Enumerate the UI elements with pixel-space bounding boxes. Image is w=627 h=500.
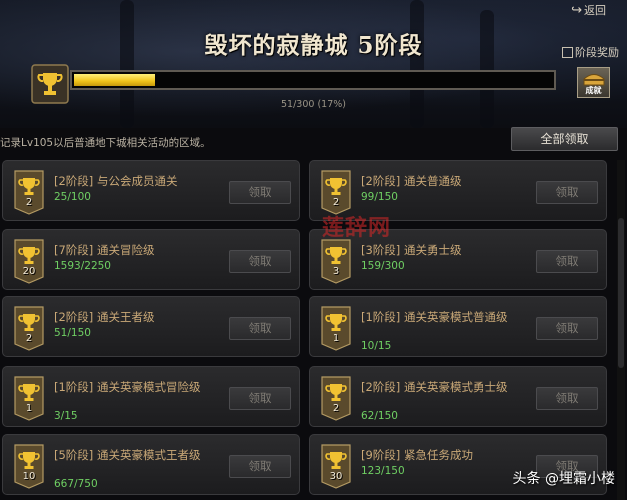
claim-button[interactable]: 领取	[536, 181, 598, 204]
scrollbar-thumb[interactable]	[618, 218, 624, 368]
watermark: 莲辞网	[322, 216, 392, 241]
badge-number: 2	[332, 403, 340, 414]
achievement-card: 1 [1阶段] 通关英豪模式冒险级 3/15 领取	[2, 366, 300, 427]
achievement-progress: 3/15	[54, 410, 78, 422]
stage-reward-link[interactable]: 阶段奖励	[562, 44, 619, 60]
claim-all-button[interactable]: 全部领取	[511, 127, 618, 151]
achievement-name: [1阶段] 通关英豪模式冒险级	[54, 380, 201, 394]
achievement-name: [7阶段] 通关冒险级	[54, 243, 155, 257]
back-button[interactable]: ↪ 返回	[571, 2, 606, 18]
achievement-card: 20 [7阶段] 通关冒险级 1593/2250 领取	[2, 229, 300, 290]
source-credit: 头条 @埋霜小楼	[512, 471, 615, 487]
claim-button[interactable]: 领取	[229, 181, 291, 204]
chest-icon	[583, 74, 605, 86]
badge-number: 2	[25, 197, 33, 208]
badge-number: 3	[332, 266, 340, 277]
header-banner: ↪ 返回 毁坏的寂静城 5阶段 阶段奖励 成就 51/300 (17%)	[0, 0, 627, 128]
achievement-progress: 159/300	[361, 260, 405, 272]
achievement-grid: 2 [2阶段] 与公会成员通关 25/100 领取 2 [2阶段] 通关普通级 99/150…	[0, 160, 627, 500]
claim-button[interactable]: 领取	[536, 317, 598, 340]
badge-number: 1	[332, 333, 340, 344]
claim-button[interactable]: 领取	[229, 317, 291, 340]
stage-reward-label: 阶段奖励	[575, 46, 619, 59]
achievement-name: [1阶段] 通关英豪模式普通级	[361, 310, 508, 324]
achievement-progress: 1593/2250	[54, 260, 111, 272]
claim-button[interactable]: 领取	[229, 387, 291, 410]
reward-icon	[562, 46, 573, 58]
achievement-name: [2阶段] 与公会成员通关	[54, 174, 178, 188]
trophy-icon	[321, 376, 351, 421]
achievement-card: 2 [2阶段] 通关英豪模式勇士级 62/150 领取	[309, 366, 607, 427]
claim-button[interactable]: 领取	[536, 387, 598, 410]
page-title: 毁坏的寂静城 5阶段	[204, 32, 423, 59]
achievement-progress: 25/100	[54, 191, 91, 203]
claim-button[interactable]: 领取	[536, 250, 598, 273]
achievement-progress: 51/150	[54, 327, 91, 339]
achievement-name: [9阶段] 紧急任务成功	[361, 448, 473, 462]
stage-progress-fill	[74, 74, 155, 86]
trophy-icon	[321, 170, 351, 215]
stage-progress-bar	[70, 70, 556, 90]
trophy-icon	[14, 444, 44, 489]
claim-button[interactable]: 领取	[229, 250, 291, 273]
achievement-card: 2 [2阶段] 与公会成员通关 25/100 领取	[2, 160, 300, 221]
achievement-name: [2阶段] 通关王者级	[54, 310, 155, 324]
stage-reward-chest-button[interactable]: 成就	[577, 67, 610, 98]
trophy-icon	[14, 239, 44, 284]
achievement-progress: 10/15	[361, 340, 392, 352]
progress-text: 51/300 (17%)	[281, 99, 346, 110]
badge-number: 1	[25, 403, 33, 414]
achievement-name: [2阶段] 通关英豪模式勇士级	[361, 380, 508, 394]
achievement-progress: 62/150	[361, 410, 398, 422]
achievement-progress: 667/750	[54, 478, 98, 490]
trophy-icon	[321, 306, 351, 351]
back-icon: ↪	[571, 2, 582, 18]
achievement-card: 10 [5阶段] 通关英豪模式王者级 667/750 领取	[2, 434, 300, 495]
claim-button[interactable]: 领取	[229, 455, 291, 478]
achievement-name: [3阶段] 通关勇士级	[361, 243, 462, 257]
badge-number: 2	[332, 197, 340, 208]
achievement-name: [2阶段] 通关普通级	[361, 174, 462, 188]
achievement-card: 1 [1阶段] 通关英豪模式普通级 10/15 领取	[309, 296, 607, 357]
trophy-icon	[31, 64, 69, 104]
trophy-icon	[14, 306, 44, 351]
area-description: 记录Lv105以后普通地下城相关活动的区域。	[0, 137, 211, 149]
achievement-progress: 99/150	[361, 191, 398, 203]
achievement-name: [5阶段] 通关英豪模式王者级	[54, 448, 201, 462]
trophy-icon	[321, 239, 351, 284]
achievement-card: 2 [2阶段] 通关王者级 51/150 领取	[2, 296, 300, 357]
badge-number: 10	[22, 471, 36, 482]
trophy-icon	[14, 170, 44, 215]
trophy-icon	[14, 376, 44, 421]
badge-number: 20	[22, 266, 36, 277]
chest-label: 成就	[585, 86, 602, 95]
badge-number: 30	[329, 471, 343, 482]
back-label: 返回	[584, 4, 606, 17]
trophy-icon	[321, 444, 351, 489]
achievement-progress: 123/150	[361, 465, 405, 477]
badge-number: 2	[25, 333, 33, 344]
